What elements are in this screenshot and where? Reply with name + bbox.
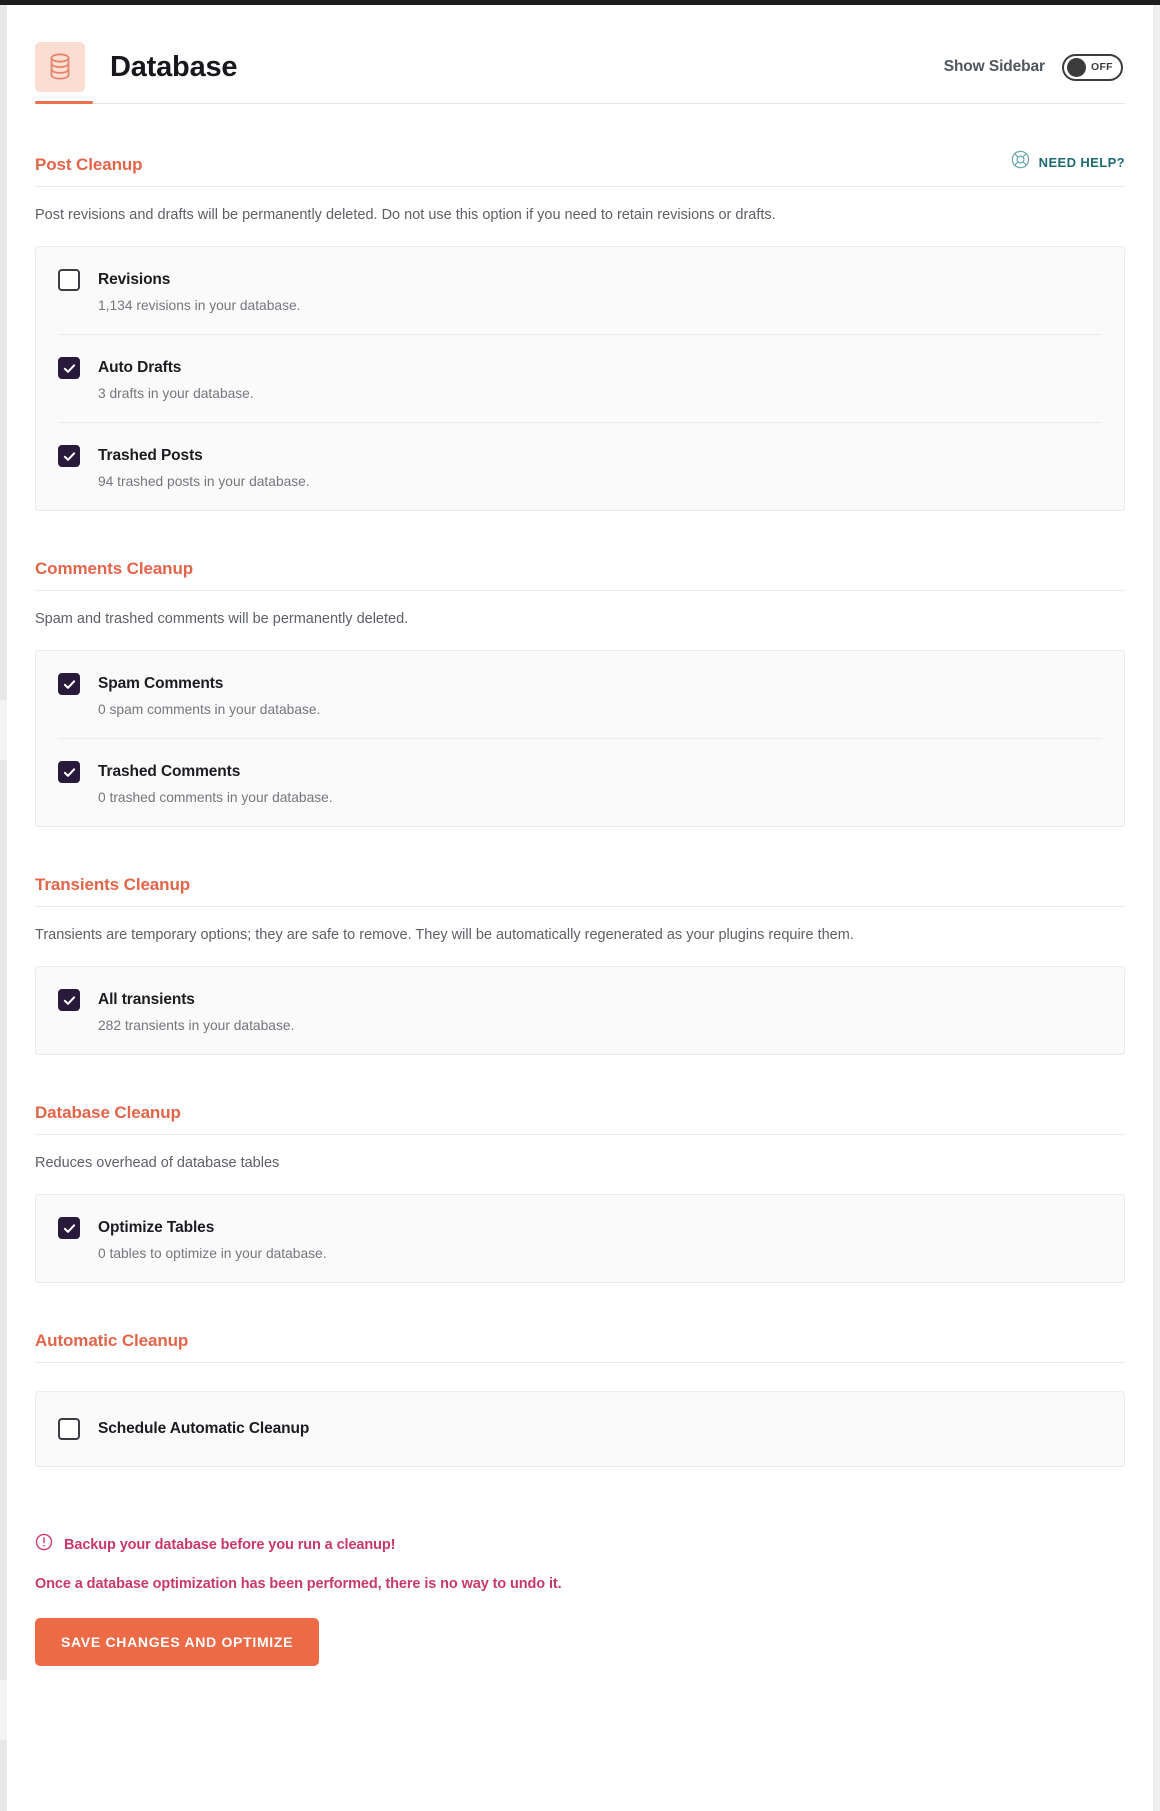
section-header: Comments Cleanup bbox=[35, 559, 1125, 592]
option-row: Trashed Comments 0 trashed comments in y… bbox=[58, 739, 1102, 826]
option-main: Schedule Automatic Cleanup bbox=[58, 1418, 1102, 1441]
option-label: Auto Drafts bbox=[98, 359, 182, 377]
left-edge-sliver bbox=[0, 700, 7, 760]
option-main: Optimize Tables bbox=[58, 1217, 1102, 1240]
option-label: Trashed Posts bbox=[98, 447, 203, 465]
checkbox-schedule-automatic-cleanup[interactable] bbox=[58, 1418, 80, 1441]
option-label: All transients bbox=[98, 991, 195, 1009]
checkbox-revisions[interactable] bbox=[58, 269, 80, 292]
section-title: Transients Cleanup bbox=[35, 875, 191, 895]
option-main: All transients bbox=[58, 989, 1102, 1012]
backup-warning: Backup your database before you run a cl… bbox=[35, 1533, 1125, 1556]
need-help-label: NEED HELP? bbox=[1038, 154, 1125, 170]
options-card: Revisions 1,134 revisions in your databa… bbox=[35, 246, 1125, 512]
need-help-link[interactable]: NEED HELP? bbox=[1011, 150, 1125, 175]
option-sublabel: 0 spam comments in your database. bbox=[98, 702, 321, 718]
section-title: Database Cleanup bbox=[35, 1103, 181, 1123]
app-viewport: Database Show Sidebar OFF Post Cleanup N… bbox=[0, 0, 1160, 1811]
option-main: Revisions bbox=[58, 269, 1102, 292]
option-main: Auto Drafts bbox=[58, 357, 1102, 380]
option-sublabel: 0 trashed comments in your database. bbox=[98, 790, 333, 806]
section-description: Post revisions and drafts will be perman… bbox=[35, 207, 776, 223]
option-row: Auto Drafts 3 drafts in your database. bbox=[58, 335, 1102, 424]
option-row: Trashed Posts 94 trashed posts in your d… bbox=[58, 423, 1102, 510]
option-row: All transients 282 transients in your da… bbox=[58, 967, 1102, 1054]
section-automatic-cleanup: Automatic Cleanup Schedule Automatic Cle… bbox=[35, 1283, 1125, 1468]
section-transients-cleanup: Transients Cleanup Transients are tempor… bbox=[35, 827, 1125, 1056]
brand: Database bbox=[35, 42, 238, 92]
checkbox-auto-drafts[interactable] bbox=[58, 357, 80, 380]
option-row: Spam Comments 0 spam comments in your da… bbox=[58, 651, 1102, 740]
option-main: Trashed Comments bbox=[58, 761, 1102, 784]
option-label: Trashed Comments bbox=[98, 763, 241, 781]
option-sublabel: 0 tables to optimize in your database. bbox=[98, 1246, 327, 1262]
option-label: Schedule Automatic Cleanup bbox=[98, 1420, 310, 1438]
options-card: All transients 282 transients in your da… bbox=[35, 966, 1125, 1056]
page-sheet: Database Show Sidebar OFF Post Cleanup N… bbox=[7, 5, 1153, 1811]
header-divider bbox=[35, 101, 1125, 104]
page-footer: Backup your database before you run a cl… bbox=[7, 1497, 1153, 1706]
backup-warning-text: Backup your database before you run a cl… bbox=[64, 1536, 396, 1553]
page-title: Database bbox=[110, 50, 238, 83]
option-sublabel: 94 trashed posts in your database. bbox=[98, 474, 310, 490]
checkbox-spam-comments[interactable] bbox=[58, 673, 80, 696]
section-comments-cleanup: Comments Cleanup Spam and trashed commen… bbox=[35, 511, 1125, 828]
option-label: Optimize Tables bbox=[98, 1219, 215, 1237]
option-label: Revisions bbox=[98, 271, 171, 289]
active-tab-marker bbox=[35, 101, 93, 104]
option-row: Revisions 1,134 revisions in your databa… bbox=[58, 247, 1102, 336]
options-card: Schedule Automatic Cleanup bbox=[35, 1391, 1125, 1468]
toggle-state-label: OFF bbox=[1091, 61, 1113, 73]
left-edge-sliver bbox=[0, 1680, 7, 1740]
option-label: Spam Comments bbox=[98, 675, 224, 693]
option-main: Spam Comments bbox=[58, 673, 1102, 696]
section-header: Database Cleanup bbox=[35, 1103, 1125, 1136]
checkbox-trashed-comments[interactable] bbox=[58, 761, 80, 784]
show-sidebar-label: Show Sidebar bbox=[943, 58, 1045, 75]
alert-circle-icon bbox=[35, 1533, 53, 1556]
section-title: Automatic Cleanup bbox=[35, 1331, 189, 1351]
section-post-cleanup: Post Cleanup NEED HELP? Post revisions a… bbox=[35, 104, 1125, 512]
option-sublabel: 1,134 revisions in your database. bbox=[98, 298, 301, 314]
section-description: Transients are temporary options; they a… bbox=[35, 927, 854, 944]
right-edge-sliver bbox=[1154, 5, 1160, 1811]
save-changes-and-optimize-button[interactable]: SAVE CHANGES AND OPTIMIZE bbox=[35, 1618, 320, 1667]
page-header: Database Show Sidebar OFF bbox=[7, 5, 1153, 103]
option-main: Trashed Posts bbox=[58, 445, 1102, 468]
checkbox-trashed-posts[interactable] bbox=[58, 445, 80, 468]
section-title: Comments Cleanup bbox=[35, 559, 194, 579]
options-card: Optimize Tables 0 tables to optimize in … bbox=[35, 1194, 1125, 1284]
section-header: Automatic Cleanup bbox=[35, 1331, 1125, 1364]
section-description: Spam and trashed comments will be perman… bbox=[35, 611, 409, 628]
option-row: Schedule Automatic Cleanup bbox=[58, 1392, 1102, 1466]
section-description: Reduces overhead of database tables bbox=[35, 1155, 280, 1172]
undo-warning-text: Once a database optimization has been pe… bbox=[35, 1576, 562, 1593]
checkbox-optimize-tables[interactable] bbox=[58, 1217, 80, 1240]
options-card: Spam Comments 0 spam comments in your da… bbox=[35, 650, 1125, 828]
database-stack-icon bbox=[35, 42, 85, 92]
section-database-cleanup: Database Cleanup Reduces overhead of dat… bbox=[35, 1055, 1125, 1284]
option-row: Optimize Tables 0 tables to optimize in … bbox=[58, 1195, 1102, 1282]
section-header: Transients Cleanup bbox=[35, 875, 1125, 908]
option-sublabel: 282 transients in your database. bbox=[98, 1018, 295, 1034]
section-header: Post Cleanup NEED HELP? bbox=[35, 150, 1125, 187]
header-controls: Show Sidebar OFF bbox=[943, 53, 1125, 81]
section-title: Post Cleanup bbox=[35, 155, 143, 174]
show-sidebar-toggle[interactable]: OFF bbox=[1062, 53, 1123, 81]
checkbox-all-transients[interactable] bbox=[58, 989, 80, 1012]
settings-content: Post Cleanup NEED HELP? Post revisions a… bbox=[7, 104, 1153, 1497]
option-sublabel: 3 drafts in your database. bbox=[98, 386, 254, 402]
lifebuoy-icon bbox=[1011, 150, 1030, 174]
toggle-knob bbox=[1067, 57, 1086, 77]
